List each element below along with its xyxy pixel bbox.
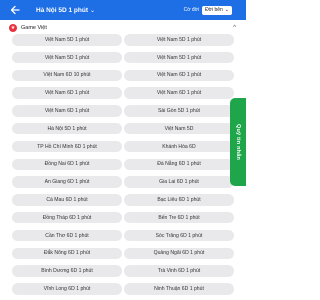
game-grid: Việt Nam 5D 1 phút Việt Nam 5D 1 phút Vi… [12, 34, 234, 295]
game-item[interactable]: Vĩnh Long 6D 1 phút [12, 283, 122, 295]
game-item[interactable]: Sóc Trăng 6D 1 phút [124, 229, 234, 242]
with-select-value: Đời bên [205, 7, 223, 13]
with-select[interactable]: Đời bên ⌄ [202, 5, 232, 15]
section-header[interactable]: ★ Game Việt ^ [0, 20, 246, 35]
game-item[interactable]: Việt Nam 6D 1 phút [12, 87, 122, 99]
game-item[interactable]: Việt Nam 6D 1 phút [124, 69, 234, 82]
game-item[interactable]: Sài Gòn 5D 1 phút [124, 105, 234, 117]
game-item[interactable]: Hà Nội 5D 1 phút [12, 122, 122, 135]
top-bar: Hà Nội 5D 1 phút ⌄ Cờ đời Đời bên ⌄ [0, 0, 246, 20]
with-label: Cờ đời [183, 7, 200, 13]
game-item[interactable]: Gia Lai 6D 1 phút [124, 176, 234, 188]
game-item[interactable]: Việt Nam 6D 10 phút [12, 69, 122, 82]
game-item[interactable]: Việt Nam 5D [124, 122, 234, 135]
game-item[interactable]: Đà Nẵng 6D 1 phút [124, 158, 234, 171]
game-item[interactable]: Việt Nam 6D 1 phút [12, 105, 122, 117]
game-item[interactable]: An Giang 6D 1 phút [12, 176, 122, 188]
chevron-down-icon: ⌄ [90, 7, 96, 14]
back-arrow-icon [10, 5, 20, 15]
game-item[interactable]: Việt Nam 5D 1 phút [124, 51, 234, 64]
game-item[interactable]: Bạc Liêu 6D 1 phút [124, 194, 234, 206]
game-item[interactable]: Đồng Nai 6D 1 phút [12, 158, 122, 171]
section-title: Game Việt [21, 24, 47, 31]
game-icon: ★ [9, 23, 17, 32]
game-item[interactable]: Đồng Tháp 6D 1 phút [12, 211, 122, 224]
game-item[interactable]: Trà Vinh 6D 1 phút [124, 265, 234, 277]
game-item[interactable]: Việt Nam 5D 1 phút [124, 34, 234, 46]
page-title: Hà Nội 5D 1 phút [36, 6, 89, 14]
game-item[interactable]: Đắk Nông 6D 1 phút [12, 247, 122, 260]
game-item[interactable]: Quảng Ngãi 6D 1 phút [124, 247, 234, 260]
collapse-icon: ^ [233, 24, 236, 31]
game-item[interactable]: Bình Dương 6D 1 phút [12, 265, 122, 277]
side-tab-label: Quỹ tin nhắn [235, 123, 241, 160]
game-item[interactable]: Việt Nam 5D 1 phút [12, 51, 122, 64]
game-item[interactable]: Cà Mau 6D 1 phút [12, 194, 122, 206]
game-item[interactable]: Việt Nam 6D 1 phút [124, 87, 234, 99]
chevron-down-icon: ⌄ [224, 7, 229, 13]
game-title-dropdown[interactable]: Hà Nội 5D 1 phút ⌄ [36, 7, 95, 14]
message-fund-tab[interactable]: Quỹ tin nhắn [230, 98, 246, 186]
back-button[interactable] [6, 0, 24, 20]
game-item[interactable]: TP Hồ Chí Minh 6D 1 phút [12, 140, 122, 153]
game-item[interactable]: Việt Nam 5D 1 phút [12, 34, 122, 46]
game-item[interactable]: Khánh Hòa 6D [124, 140, 234, 153]
game-item[interactable]: Ninh Thuận 6D 1 phút [124, 283, 234, 295]
game-item[interactable]: Bến Tre 6D 1 phút [124, 211, 234, 224]
game-item[interactable]: Cần Thơ 6D 1 phút [12, 229, 122, 242]
